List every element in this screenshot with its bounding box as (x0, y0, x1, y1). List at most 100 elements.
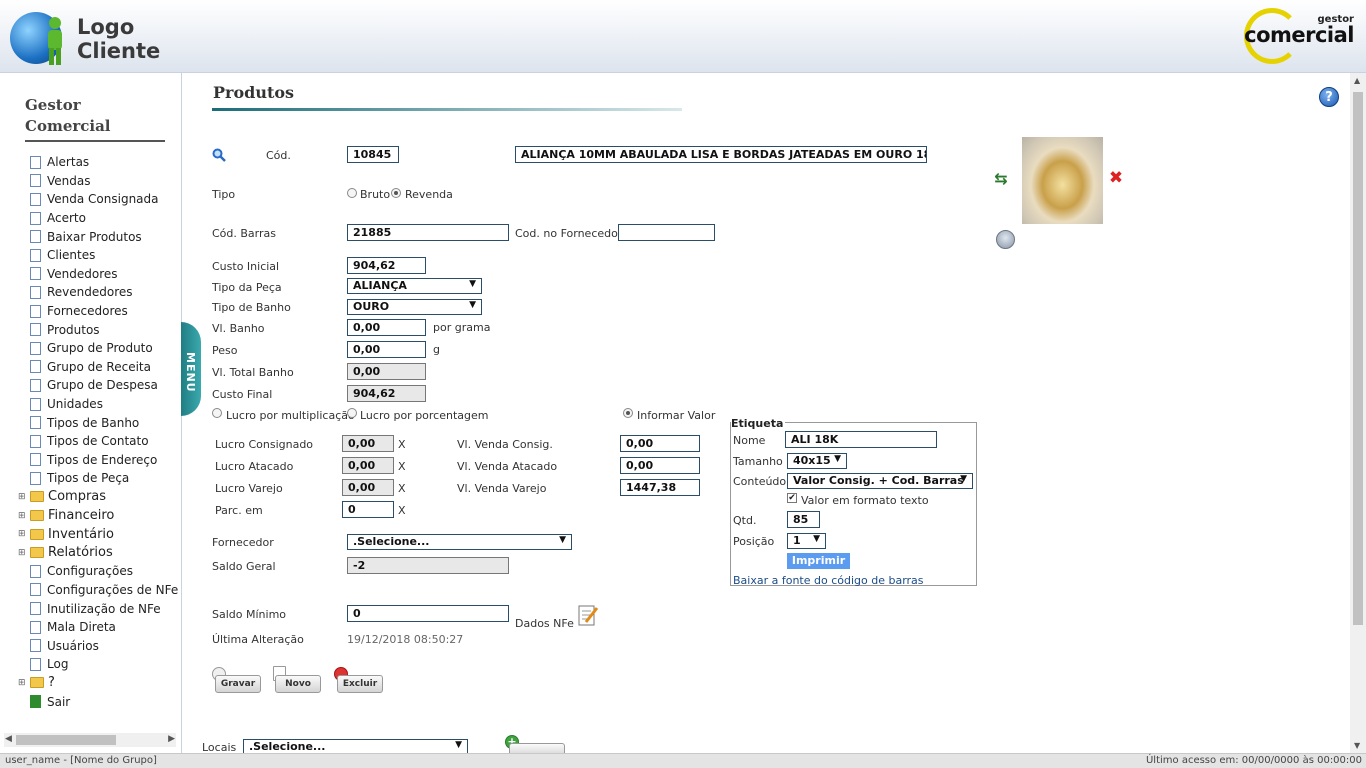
sidebar-item[interactable]: ⊞ Compras (18, 488, 181, 507)
etiqueta-conteudo-label: Conteúdo (733, 475, 787, 488)
scrollbar-thumb[interactable] (1353, 92, 1363, 625)
sidebar-item[interactable]: Tipos de Endereço (18, 451, 181, 470)
expand-icon[interactable]: ⊞ (18, 678, 30, 688)
sidebar-item[interactable]: Configurações de NFe (18, 581, 181, 600)
person-icon (48, 17, 62, 65)
informar-valor-radio[interactable] (623, 408, 633, 418)
sidebar-item[interactable]: Sair (18, 692, 181, 711)
sidebar-item-label: Mala Direta (47, 620, 116, 635)
close-icon[interactable]: ✖ (1108, 170, 1124, 187)
sidebar-item[interactable]: Configurações (18, 562, 181, 581)
expand-icon[interactable]: ⊞ (18, 511, 30, 521)
etiqueta-nome-input[interactable]: ALI 18K (785, 431, 937, 448)
vl-banho-input[interactable]: 0,00 (347, 319, 426, 336)
sidebar-item[interactable]: Grupo de Produto (18, 339, 181, 358)
sidebar-horizontal-scrollbar[interactable]: ◀ ▶ (4, 733, 176, 747)
refresh-icon[interactable]: ⇆ (992, 169, 1010, 189)
expand-icon[interactable]: ⊞ (18, 529, 30, 539)
tipo-bruto-radio[interactable] (347, 188, 357, 198)
sidebar-item[interactable]: Revendedores (18, 283, 181, 302)
cod-input[interactable]: 10845 (347, 146, 399, 163)
etiqueta-posicao-select[interactable]: 1 ▼ (787, 533, 826, 549)
tipo-revenda-radio[interactable] (391, 188, 401, 198)
sidebar-item[interactable]: Acerto (18, 209, 181, 228)
etiqueta-tamanho-select[interactable]: 40x15 ▼ (787, 453, 847, 469)
sidebar-item[interactable]: Mala Direta (18, 618, 181, 637)
sidebar-item[interactable]: Alertas (18, 153, 181, 172)
lucro-atacado-input[interactable]: 0,00 (342, 457, 394, 474)
cod-barras-input[interactable]: 21885 (347, 224, 509, 241)
etiqueta-qtd-input[interactable]: 85 (787, 511, 820, 528)
add-local-button[interactable] (509, 743, 565, 753)
sidebar-item[interactable]: Clientes (18, 246, 181, 265)
tipo-peca-select[interactable]: ALIANÇA ▼ (347, 278, 482, 294)
lucro-porcentagem-radio[interactable] (347, 408, 357, 418)
vl-venda-consig-input[interactable]: 0,00 (620, 435, 700, 452)
parc-input[interactable]: 0 (342, 501, 394, 518)
scroll-down-icon[interactable]: ▼ (1354, 741, 1360, 750)
sidebar-title-line1: Gestor (25, 96, 81, 114)
help-icon[interactable]: ? (1319, 87, 1339, 107)
sidebar-item[interactable]: ⊞ Financeiro (18, 506, 181, 525)
sidebar-item-label: Usuários (47, 638, 99, 653)
scroll-left-icon[interactable]: ◀ (5, 734, 12, 744)
vl-venda-varejo-input[interactable]: 1447,38 (620, 479, 700, 496)
search-icon[interactable] (212, 148, 226, 162)
document-icon (30, 471, 41, 485)
saldo-minimo-input[interactable]: 0 (347, 605, 509, 622)
sidebar-item[interactable]: Log (18, 655, 181, 674)
vertical-scrollbar[interactable]: ▲ ▼ (1350, 73, 1366, 753)
gravar-button[interactable]: Gravar (215, 675, 261, 693)
etiqueta-tamanho-label: Tamanho (733, 455, 783, 468)
cod-fornecedor-input[interactable] (618, 224, 715, 241)
formato-texto-checkbox[interactable]: ✔ (787, 493, 797, 503)
sidebar-item[interactable]: ⊞? (18, 674, 181, 693)
sidebar-item[interactable]: Venda Consignada (18, 190, 181, 209)
fornecedor-select[interactable]: .Selecione... ▼ (347, 534, 572, 550)
sidebar-item[interactable]: Fornecedores (18, 302, 181, 321)
dados-nfe-link[interactable]: Dados NFe (515, 617, 574, 630)
sidebar-item[interactable]: Grupo de Receita (18, 358, 181, 377)
sidebar-item[interactable]: ⊞ Inventário (18, 525, 181, 544)
locais-select[interactable]: .Selecione... ▼ (243, 739, 468, 753)
imprimir-button[interactable]: Imprimir (787, 553, 850, 569)
sidebar-item[interactable]: Inutilização de NFe (18, 599, 181, 618)
scroll-right-icon[interactable]: ▶ (168, 734, 175, 744)
notepad-edit-icon[interactable] (577, 603, 599, 627)
folder-icon (30, 547, 44, 559)
scrollbar-thumb[interactable] (16, 735, 116, 745)
sidebar-item[interactable]: Tipos de Banho (18, 413, 181, 432)
document-icon (30, 304, 41, 318)
vl-venda-atacado-input[interactable]: 0,00 (620, 457, 700, 474)
etiqueta-posicao-value: 1 (793, 534, 801, 547)
sidebar-item[interactable]: Grupo de Despesa (18, 376, 181, 395)
baixar-fonte-link[interactable]: Baixar a fonte do código de barras (733, 574, 924, 587)
excluir-button[interactable]: Excluir (337, 675, 383, 693)
document-icon (30, 230, 41, 244)
sidebar-item[interactable]: Usuários (18, 636, 181, 655)
lucro-multiplicacao-radio[interactable] (212, 408, 222, 418)
sidebar-item[interactable]: ⊞ Relatórios (18, 543, 181, 562)
expand-icon[interactable]: ⊞ (18, 548, 30, 558)
tipo-label: Tipo (212, 188, 236, 201)
custo-inicial-input[interactable]: 904,62 (347, 257, 426, 274)
lucro-consignado-input[interactable]: 0,00 (342, 435, 394, 452)
sidebar-item[interactable]: Vendas (18, 172, 181, 191)
scroll-up-icon[interactable]: ▲ (1354, 76, 1360, 85)
sidebar-item[interactable]: Baixar Produtos (18, 227, 181, 246)
etiqueta-conteudo-select[interactable]: Valor Consig. + Cod. Barras ▼ (787, 473, 973, 489)
sidebar-item[interactable]: Unidades (18, 395, 181, 414)
sidebar-item[interactable]: Produtos (18, 320, 181, 339)
exit-icon (30, 695, 41, 709)
peso-input[interactable]: 0,00 (347, 341, 426, 358)
description-input[interactable]: ALIANÇA 10MM ABAULADA LISA E BORDAS JATE… (515, 146, 927, 163)
webcam-icon[interactable] (996, 230, 1015, 249)
sidebar-item-label: Tipos de Contato (47, 434, 149, 449)
lucro-varejo-input[interactable]: 0,00 (342, 479, 394, 496)
sidebar-item[interactable]: Tipos de Contato (18, 432, 181, 451)
tipo-banho-select[interactable]: OURO ▼ (347, 299, 482, 315)
sidebar-item[interactable]: Tipos de Peça (18, 469, 181, 488)
expand-icon[interactable]: ⊞ (18, 492, 30, 502)
novo-button[interactable]: Novo (275, 675, 321, 693)
sidebar-item[interactable]: Vendedores (18, 265, 181, 284)
